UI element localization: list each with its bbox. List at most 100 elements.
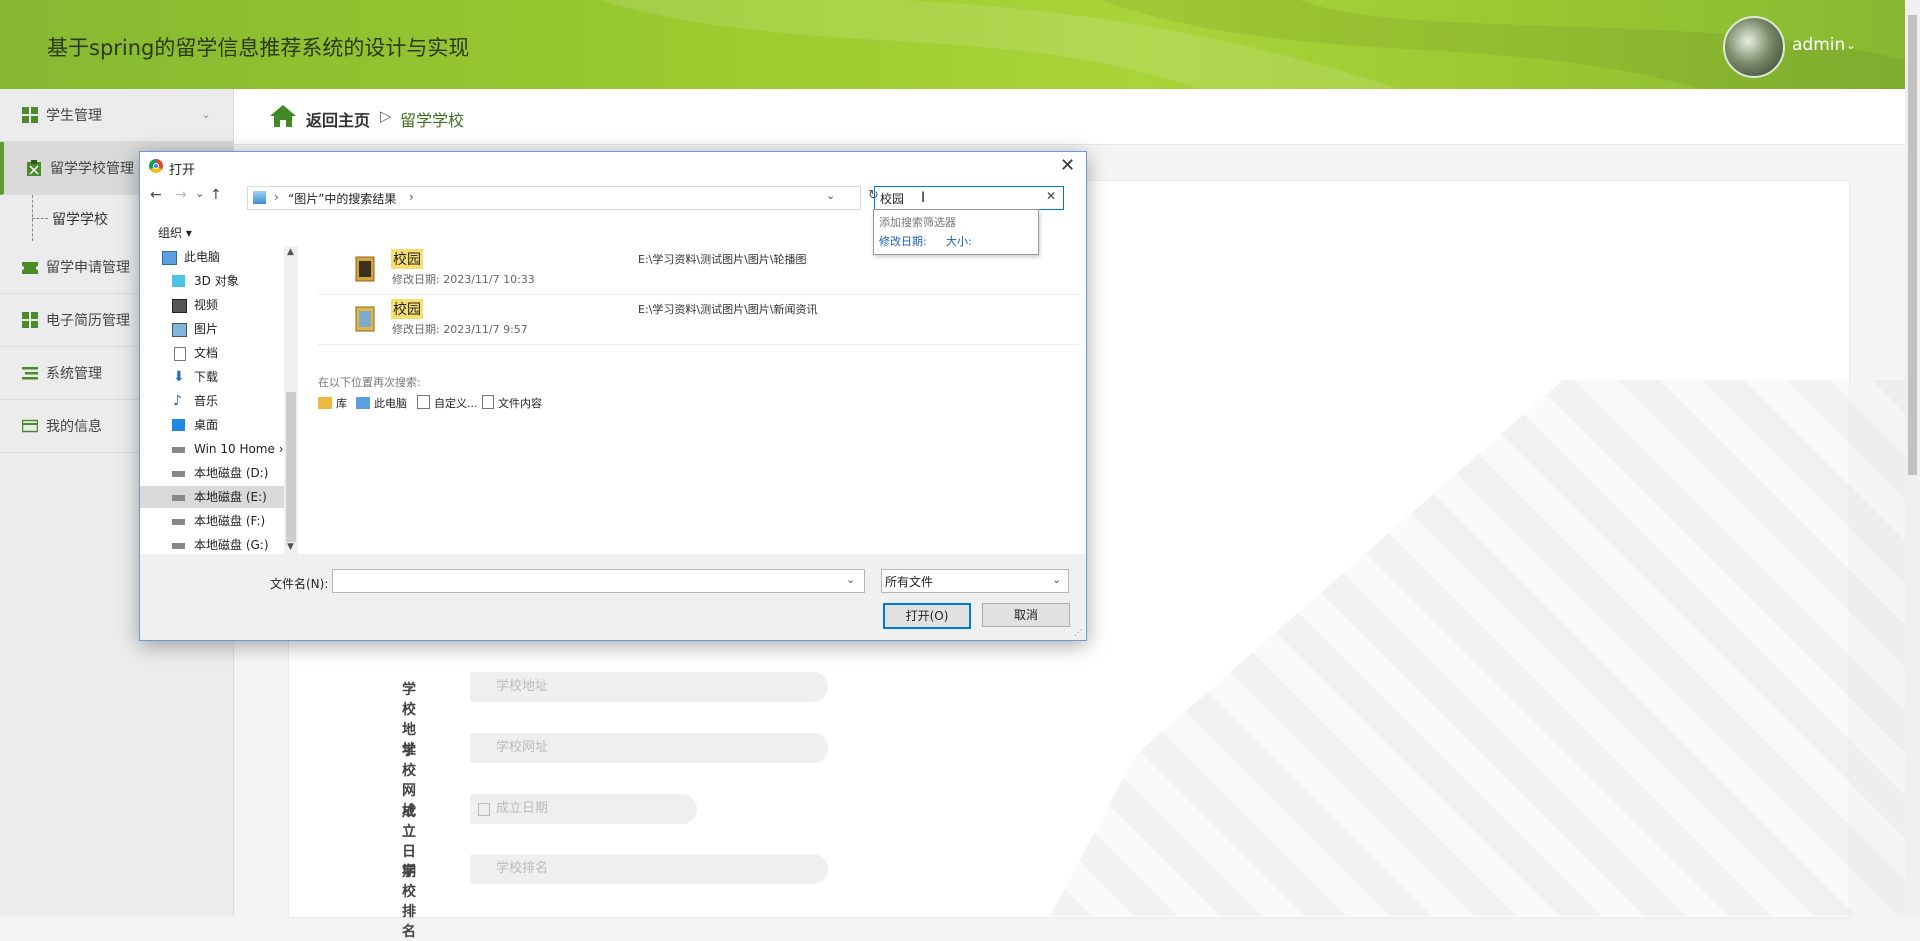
close-icon[interactable]: ✕ [1060,155,1075,176]
tree-label: 本地磁盘 (D:) [194,466,269,480]
search-again-library[interactable]: 库 [318,395,347,411]
search-value: 校园 [880,192,905,206]
grid-icon [22,312,38,328]
film-icon [172,299,187,313]
tree-item-this-pc[interactable]: 此电脑 [140,246,284,268]
search-again-label: 库 [336,397,347,410]
address-input[interactable]: 学校地址 [470,672,828,702]
date-placeholder: 成立日期 [496,801,549,816]
sidebar-item-label: 留学申请管理 [46,260,130,276]
ranking-input[interactable]: 学校排名 [470,854,828,884]
tree-scrollbar-thumb[interactable] [286,392,296,542]
picture-icon [172,323,187,337]
search-input[interactable]: 校园 ✕ [874,186,1064,210]
chevron-down-icon[interactable]: ⌄ [1846,38,1856,52]
search-again-label: 此电脑 [374,397,407,410]
navigation-tree: 此电脑 3D 对象 视频 图片 文档 ⬇ 下载 ♪ 音乐 桌面 Win 10 H… [140,246,284,554]
search-again-this-pc[interactable]: 此电脑 [356,395,407,411]
tree-item-music[interactable]: ♪ 音乐 [140,390,284,412]
sidebar-subitem-label: 留学学校 [52,212,108,228]
music-icon: ♪ [173,393,182,409]
page-scrollbar-thumb[interactable] [1908,15,1917,475]
chevron-down-icon: ⌄ [200,107,211,121]
list-icon [22,367,38,380]
filetype-select[interactable]: 所有文件 ⌄ [881,569,1069,593]
desktop-icon [172,419,185,431]
computer-icon [162,251,177,265]
avatar[interactable] [1723,16,1785,78]
recent-locations-icon[interactable]: ⌄ [195,187,204,200]
result-name: 校园 [391,249,423,269]
forward-arrow-icon[interactable]: → [175,187,187,203]
breadcrumb-arrow-icon[interactable]: › [409,190,414,204]
form-label: 学校排名 [402,864,416,940]
home-icon[interactable] [270,105,296,127]
filename-input[interactable]: ⌄ [332,569,865,593]
cancel-button[interactable]: 取消 [982,603,1070,627]
up-arrow-icon[interactable]: ↑ [210,187,222,203]
sidebar-item-label: 学生管理 [46,108,102,124]
drive-icon [172,519,185,525]
tree-item-3d[interactable]: 3D 对象 [140,270,284,292]
search-again-file-content[interactable]: 文件内容 [482,395,542,411]
address-text[interactable]: “图片”中的搜索结果 [288,190,396,207]
sidebar-item-label: 我的信息 [46,419,102,435]
chevron-down-icon[interactable]: ⌄ [1052,573,1061,586]
breadcrumb-home-link[interactable]: 返回主页 [306,107,370,131]
clear-search-icon[interactable]: ✕ [1046,189,1056,203]
drive-icon [172,447,185,453]
clipboard-icon [27,160,41,176]
tree-item-drive-d[interactable]: 本地磁盘 (D:) [140,462,284,484]
drive-icon [172,471,185,477]
tree-item-drive-e[interactable]: 本地磁盘 (E:) [140,486,284,508]
sidebar-item-student[interactable]: 学生管理 ⌄ [0,89,233,142]
tree-item-drive-g[interactable]: 本地磁盘 (G:) [140,534,284,554]
drive-icon [172,495,185,501]
tree-label: 桌面 [194,418,219,432]
filename-label: 文件名(N): [270,577,329,591]
chrome-icon [149,159,163,173]
tree-item-drive-f[interactable]: 本地磁盘 (F:) [140,510,284,532]
dialog-titlebar[interactable]: 打开 ✕ [140,152,1086,182]
search-again-custom[interactable]: 自定义... [417,395,478,411]
grid-icon [22,107,38,123]
scroll-down-icon[interactable]: ▼ [287,542,294,552]
sidebar-item-label: 电子简历管理 [46,313,130,329]
search-again-title: 在以下位置再次搜索: [318,376,421,389]
download-icon: ⬇ [173,369,185,385]
ticket-icon [22,262,38,274]
result-item[interactable]: 校园 修改日期: 2023/11/7 10:33 E:\学习资料\测试图片\图片… [318,246,1080,295]
date-input[interactable]: 成立日期 [470,794,697,824]
app-title: 基于spring的留学信息推荐系统的设计与实现 [47,36,470,60]
scroll-up-icon[interactable]: ▲ [287,247,294,257]
tree-label: 3D 对象 [194,274,239,288]
website-input[interactable]: 学校网址 [470,733,828,763]
resize-grip-icon[interactable]: ⋰ [1074,628,1082,637]
tree-line [32,218,48,219]
tree-item-downloads[interactable]: ⬇ 下载 [140,366,284,388]
text-cursor-icon: I [921,190,926,206]
search-again-label: 文件内容 [498,397,542,410]
library-icon [318,397,332,409]
tree-item-pictures[interactable]: 图片 [140,318,284,340]
card-icon [22,419,38,433]
tree-item-video[interactable]: 视频 [140,294,284,316]
tree-item-desktop[interactable]: 桌面 [140,414,284,436]
tree-label: 此电脑 [184,250,221,264]
chevron-down-icon[interactable]: ⌄ [846,573,855,586]
result-item[interactable]: 校园 修改日期: 2023/11/7 9:57 E:\学习资料\测试图片\图片\… [318,296,1080,345]
computer-icon [356,397,370,409]
breadcrumb: 返回主页 ▷ 留学学校 [234,89,1905,145]
search-again-label: 自定义... [434,397,478,410]
organize-menu[interactable]: 组织 ▾ [158,224,192,241]
open-button[interactable]: 打开(O) [883,603,971,629]
back-arrow-icon[interactable]: ← [150,187,162,203]
breadcrumb-arrow-icon[interactable]: › [274,190,279,204]
tree-item-win10[interactable]: Win 10 Home › [140,438,284,460]
tree-label: 本地磁盘 (G:) [194,538,269,552]
tree-item-documents[interactable]: 文档 [140,342,284,364]
user-menu[interactable]: admin [1792,35,1845,55]
result-meta: 修改日期: 2023/11/7 10:33 [392,273,535,286]
chevron-down-icon[interactable]: ⌄ [826,189,835,202]
address-bar[interactable]: › “图片”中的搜索结果 › ⌄ [247,186,861,210]
